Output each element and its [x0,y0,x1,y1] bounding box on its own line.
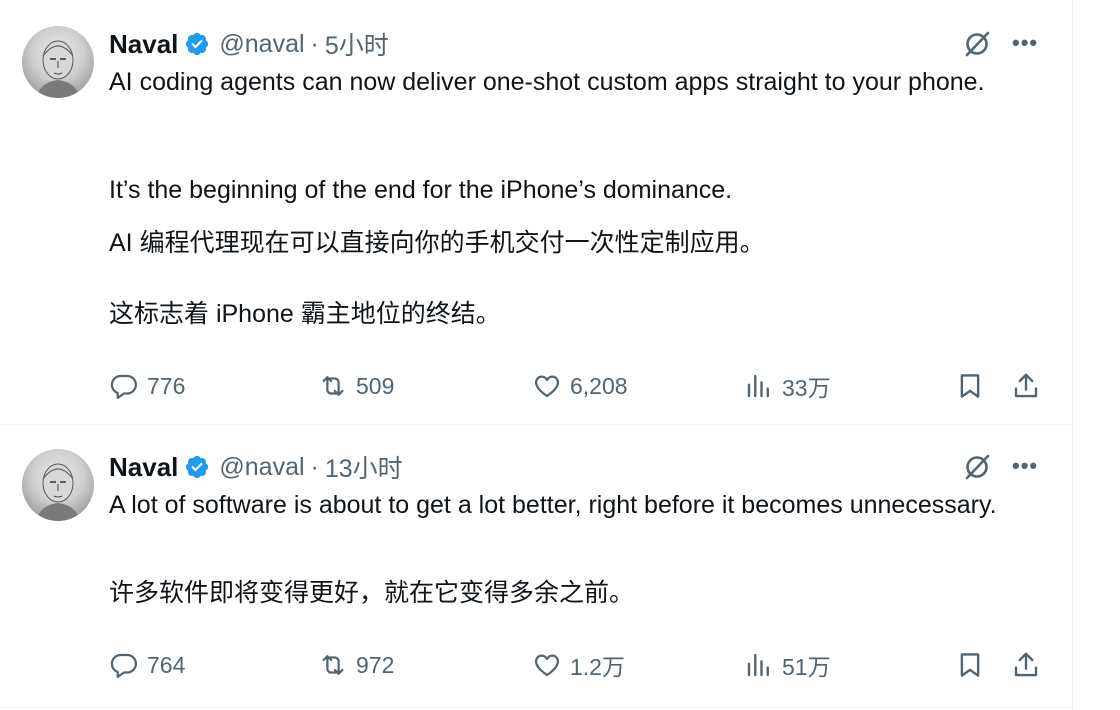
repost-count: 509 [356,372,395,399]
reply-count: 764 [147,651,186,678]
share-icon [1014,373,1038,398]
bookmark-button[interactable] [955,366,985,406]
views-icon [747,374,769,398]
like-button[interactable]: 1.2万 [532,645,625,685]
author-name[interactable]: Naval [109,29,178,60]
tweet-header: Naval @naval · 13小时 [109,450,403,484]
tweet-text-paragraph: AI coding agents can now deliver one-sho… [109,68,985,96]
heart-icon [534,654,560,677]
separator-dot: · [310,452,319,481]
author-name[interactable]: Naval [109,452,178,483]
bookmark-icon [960,374,980,398]
avatar[interactable] [22,449,94,521]
tweet-actions: 764 972 1.2万 51万 [0,645,1072,685]
views-button[interactable]: 33万 [744,366,831,406]
reply-icon [110,374,137,399]
reply-count: 776 [147,372,186,399]
view-count: 33万 [782,375,831,401]
tweet[interactable]: Naval @naval · 5小时 ••• AI coding agents … [0,0,1072,425]
tweet-text-paragraph: AI 编程代理现在可以直接向你的手机交付一次性定制应用。 [109,229,765,257]
avatar-sketch-icon [36,40,80,98]
views-button[interactable]: 51万 [744,645,831,685]
tweet-text-paragraph: 这标志着 iPhone 霸主地位的终结。 [109,300,501,328]
verified-badge-icon[interactable] [184,31,210,57]
share-icon [1014,652,1038,677]
repost-button[interactable]: 509 [318,366,394,406]
heart-icon [534,375,560,398]
view-count: 51万 [782,654,831,680]
tweet-actions: 776 509 6,208 33万 [0,366,1072,406]
tweet-text-paragraph: It’s the beginning of the end for the iP… [109,176,733,204]
reply-icon [110,653,137,678]
timestamp[interactable]: 5小时 [325,26,389,62]
repost-icon [322,376,344,396]
more-icon[interactable]: ••• [1012,453,1038,479]
separator-dot: · [310,29,319,58]
bookmark-button[interactable] [955,645,985,685]
tweet-text-paragraph: A lot of software is about to get a lot … [109,491,997,519]
author-handle[interactable]: @naval [219,30,304,59]
like-count: 1.2万 [570,654,625,680]
tweet-header: Naval @naval · 5小时 [109,27,389,61]
share-button[interactable] [1011,645,1041,685]
tweet[interactable]: Naval @naval · 13小时 ••• A lot of softwar… [0,425,1072,708]
tweet-text-paragraph: 许多软件即将变得更好，就在它变得多余之前。 [109,579,635,607]
like-button[interactable]: 6,208 [532,366,628,406]
avatar-sketch-icon [36,463,80,521]
repost-button[interactable]: 972 [318,645,394,685]
like-count: 6,208 [570,372,628,399]
bookmark-icon [960,653,980,677]
reply-button[interactable]: 764 [109,645,185,685]
grok-icon[interactable] [961,451,993,483]
verified-badge-icon[interactable] [184,454,210,480]
avatar[interactable] [22,26,94,98]
author-handle[interactable]: @naval [219,453,304,482]
more-icon[interactable]: ••• [1012,30,1038,56]
repost-count: 972 [356,651,395,678]
repost-icon [322,655,344,675]
share-button[interactable] [1011,366,1041,406]
grok-icon[interactable] [961,28,993,60]
timeline-right-border [1072,0,1073,710]
views-icon [747,653,769,677]
timestamp[interactable]: 13小时 [325,449,403,485]
reply-button[interactable]: 776 [109,366,185,406]
